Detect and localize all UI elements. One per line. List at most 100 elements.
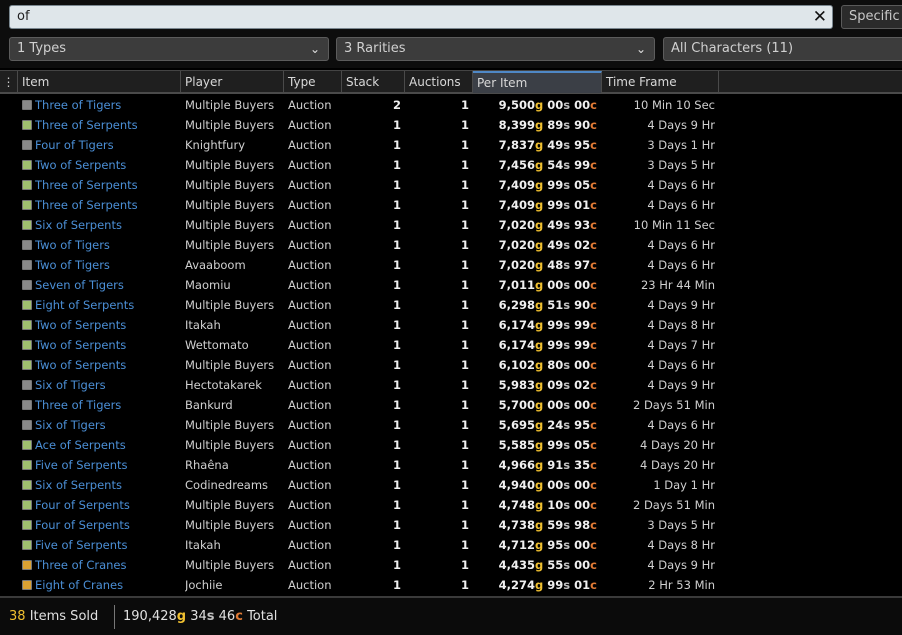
characters-dropdown[interactable]: All Characters (11) — [663, 37, 902, 61]
copper-value: 93 — [574, 218, 591, 232]
column-header-time-frame[interactable]: Time Frame — [602, 71, 719, 93]
gold-unit: g — [535, 558, 544, 572]
auctions-count: 1 — [460, 198, 469, 212]
gold-value: 4,712 — [498, 538, 536, 552]
stack-count: 1 — [392, 238, 401, 252]
silver-value: 00 — [547, 278, 564, 292]
copper-unit: c — [590, 398, 597, 412]
item-card-icon — [22, 520, 32, 530]
item-name: Eight of Cranes — [35, 578, 124, 592]
silver-unit: s — [563, 458, 571, 472]
player-name: Multiple Buyers — [185, 298, 275, 312]
table-row[interactable]: Six of Tigers Hectotakarek Auction 1 1 5,983g… — [0, 375, 902, 395]
table-row[interactable]: Five of Serpents Itakah Auction 1 1 4,712g 95… — [0, 535, 902, 555]
gold-unit: g — [535, 278, 544, 292]
table-row[interactable]: Four of Serpents Multiple Buyers Auction 1 1… — [0, 515, 902, 535]
table-row[interactable]: Three of Tigers Multiple Buyers Auction 2 1 9… — [0, 95, 902, 115]
table-row[interactable]: Seven of Tigers Maomiu Auction 1 1 7,011g 00s… — [0, 275, 902, 295]
auctions-count: 1 — [460, 398, 469, 412]
gold-unit: g — [535, 458, 544, 472]
stack-count: 1 — [392, 498, 401, 512]
types-dropdown[interactable]: 1 Types ⌄ — [9, 37, 329, 61]
total-copper-value: 46 — [218, 609, 236, 624]
stack-count: 1 — [392, 258, 401, 272]
gold-unit: g — [535, 498, 544, 512]
rarities-dropdown[interactable]: 3 Rarities ⌄ — [336, 37, 655, 61]
table-row[interactable]: Two of Serpents Wettomato Auction 1 1 6,174g … — [0, 335, 902, 355]
table-row[interactable]: Eight of Cranes Jochiie Auction 1 1 4,274g 99… — [0, 575, 902, 595]
gold-unit: g — [176, 609, 187, 624]
table-row[interactable]: Two of Tigers Multiple Buyers Auction 1 1 7,0… — [0, 235, 902, 255]
item-card-icon — [22, 440, 32, 450]
stack-count: 1 — [392, 578, 401, 592]
item-name: Two of Serpents — [35, 318, 127, 332]
player-name: Multiple Buyers — [185, 178, 275, 192]
specific-search-button[interactable]: Specific — [841, 5, 902, 29]
item-card-icon — [22, 360, 32, 370]
table-row[interactable]: Eight of Serpents Multiple Buyers Auction 1… — [0, 295, 902, 315]
table-row[interactable]: Six of Tigers Multiple Buyers Auction 1 1 5,6… — [0, 415, 902, 435]
item-card-icon — [22, 140, 32, 150]
table-row[interactable]: Five of Serpents Rhaêna Auction 1 1 4,966g 91… — [0, 455, 902, 475]
per-item-price: 4,738g 59s 98c — [472, 515, 597, 535]
item-card-icon — [22, 460, 32, 470]
rarities-dropdown-label: 3 Rarities — [344, 41, 406, 56]
per-item-price: 5,983g 09s 02c — [472, 375, 597, 395]
per-item-price: 4,748g 10s 00c — [472, 495, 597, 515]
column-header-type[interactable]: Type — [284, 71, 342, 93]
table-header: ⋮ Item Player Type Stack Auctions Per It… — [0, 70, 902, 94]
copper-unit: c — [590, 518, 597, 532]
gold-unit: g — [535, 318, 544, 332]
summary-footer: 38 Items Sold 190,428g 34s 46c Total — [0, 596, 902, 635]
table-row[interactable]: Six of Serpents Multiple Buyers Auction 1 1 7… — [0, 215, 902, 235]
auctions-count: 1 — [460, 258, 469, 272]
gold-unit: g — [535, 478, 544, 492]
table-row[interactable]: Three of Serpents Multiple Buyers Auction 1… — [0, 195, 902, 215]
silver-unit: s — [563, 558, 571, 572]
table-row[interactable]: Three of Tigers Bankurd Auction 1 1 5,700g 00… — [0, 395, 902, 415]
gold-unit: g — [535, 198, 544, 212]
table-row[interactable]: Three of Cranes Multiple Buyers Auction 1 1 4… — [0, 555, 902, 575]
item-name: Two of Tigers — [35, 258, 110, 272]
clear-search-icon[interactable]: ✕ — [813, 7, 827, 27]
table-row[interactable]: Two of Serpents Itakah Auction 1 1 6,174g 99s… — [0, 315, 902, 335]
silver-value: 10 — [547, 498, 564, 512]
copper-unit: c — [235, 609, 243, 624]
table-row[interactable]: Ace of Serpents Multiple Buyers Auction 1 1 5… — [0, 435, 902, 455]
copper-value: 00 — [574, 478, 591, 492]
column-header-auctions[interactable]: Auctions — [405, 71, 473, 93]
search-input[interactable]: of ✕ — [9, 5, 833, 29]
table-row[interactable]: Three of Serpents Multiple Buyers Auction 1… — [0, 175, 902, 195]
silver-value: 00 — [547, 478, 564, 492]
time-frame: 3 Days 5 Hr — [647, 518, 715, 532]
auctions-count: 1 — [460, 538, 469, 552]
table-row[interactable]: Four of Tigers Knightfury Auction 1 1 7,837g … — [0, 135, 902, 155]
copper-value: 99 — [574, 158, 591, 172]
column-header-player[interactable]: Player — [181, 71, 284, 93]
column-header-per-item[interactable]: Per Item — [473, 71, 602, 93]
table-row[interactable]: Four of Serpents Multiple Buyers Auction 1 1… — [0, 495, 902, 515]
table-row[interactable]: Two of Tigers Avaaboom Auction 1 1 7,020g 48s… — [0, 255, 902, 275]
characters-dropdown-label: All Characters (11) — [671, 41, 794, 56]
player-name: Multiple Buyers — [185, 518, 275, 532]
column-header-stack[interactable]: Stack — [342, 71, 405, 93]
table-row[interactable]: Six of Serpents Codinedreams Auction 1 1 4,94… — [0, 475, 902, 495]
stack-count: 1 — [392, 358, 401, 372]
table-row[interactable]: Two of Serpents Multiple Buyers Auction 1 1 6… — [0, 355, 902, 375]
item-name: Four of Serpents — [35, 518, 130, 532]
column-menu-icon[interactable]: ⋮ — [0, 71, 18, 93]
types-dropdown-label: 1 Types — [17, 41, 67, 56]
gold-value: 4,738 — [498, 518, 536, 532]
table-row[interactable]: Two of Serpents Multiple Buyers Auction 1 1 7… — [0, 155, 902, 175]
gold-unit: g — [535, 338, 544, 352]
auctions-count: 1 — [460, 178, 469, 192]
gold-value: 4,940 — [498, 478, 536, 492]
copper-value: 95 — [574, 418, 591, 432]
gold-value: 6,102 — [498, 358, 536, 372]
table-row[interactable]: Three of Serpents Multiple Buyers Auction 1… — [0, 115, 902, 135]
gold-unit: g — [535, 258, 544, 272]
column-header-item[interactable]: Item — [18, 71, 181, 93]
gold-unit: g — [535, 98, 544, 112]
silver-value: 55 — [547, 558, 564, 572]
stack-count: 1 — [392, 518, 401, 532]
